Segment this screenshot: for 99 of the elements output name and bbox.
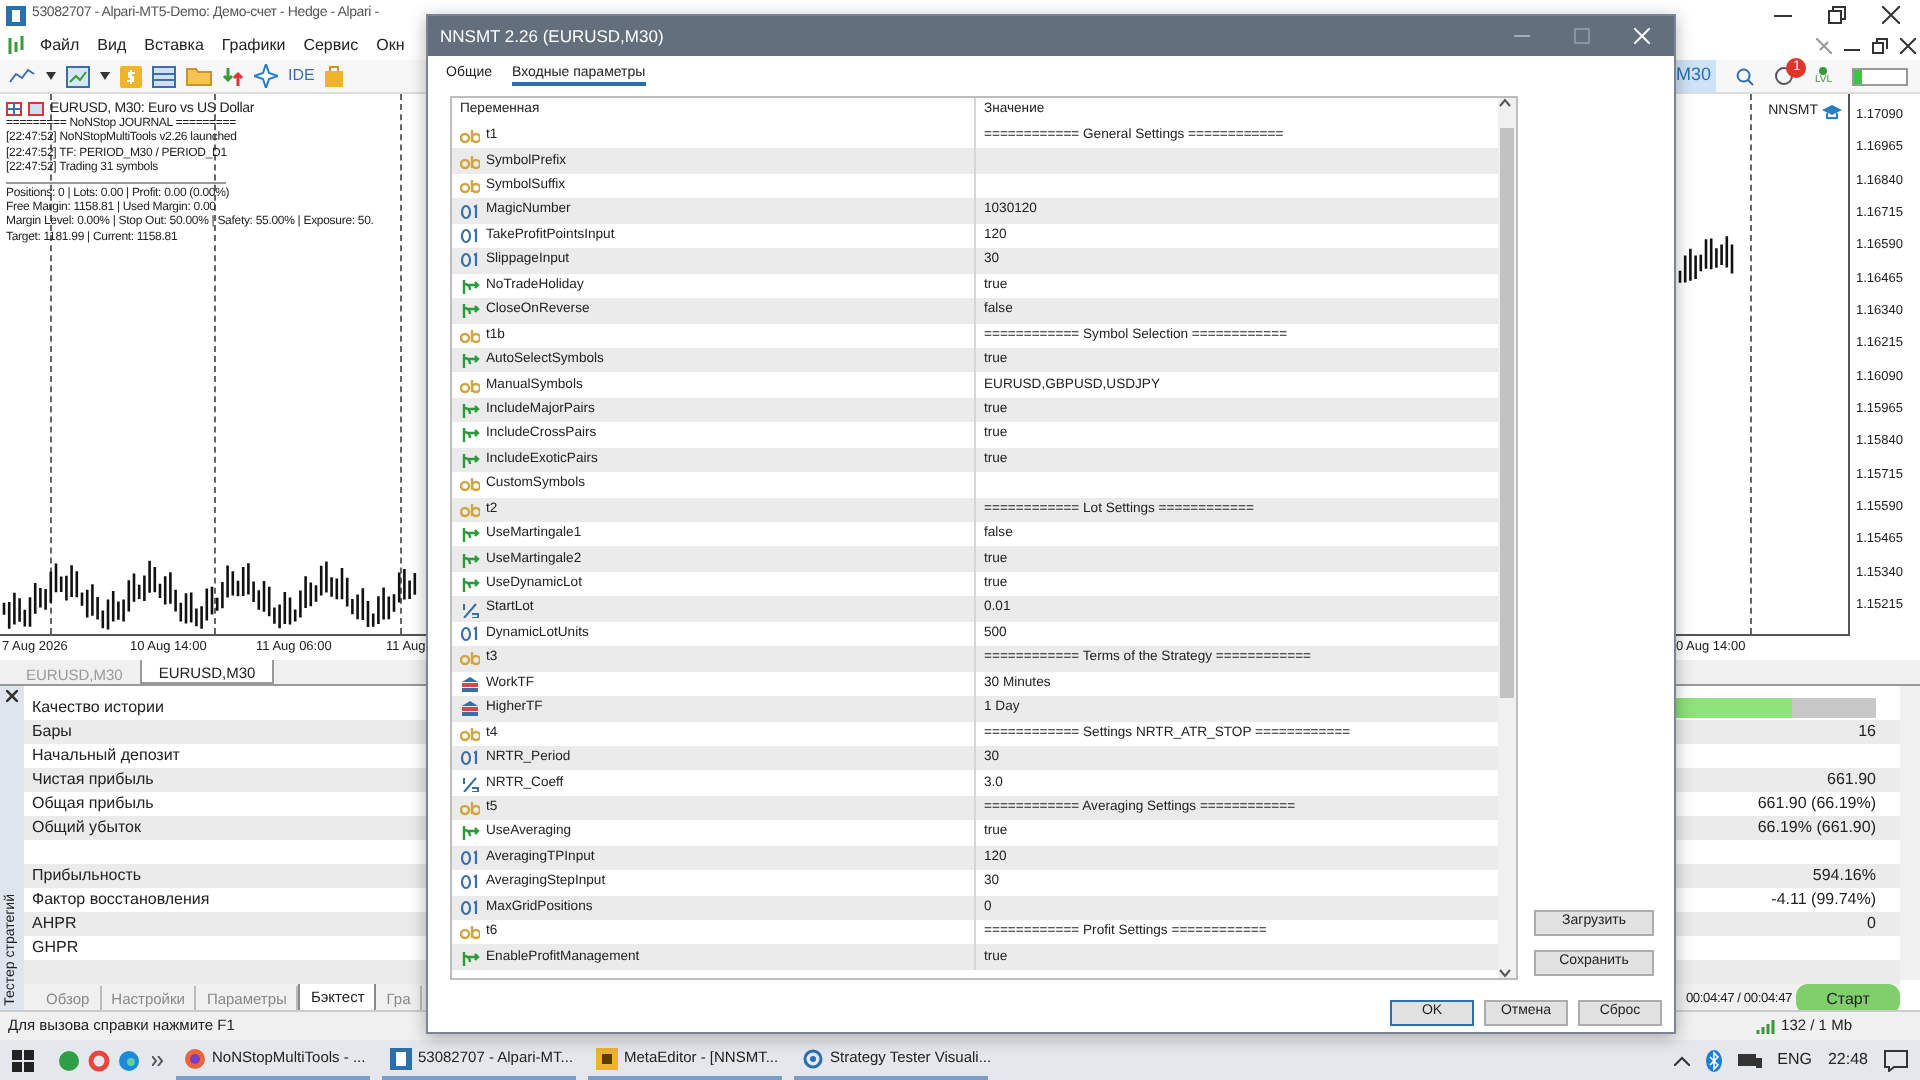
close-icon[interactable] [1882, 6, 1900, 24]
branch-arrow-icon [460, 451, 480, 468]
line-chart-icon[interactable] [8, 66, 36, 86]
fraction-icon [460, 775, 480, 792]
chevron-up-icon[interactable] [1673, 1055, 1690, 1065]
detach-icon[interactable] [1816, 37, 1832, 53]
string-type-icon [460, 501, 480, 518]
branch-arrow-icon [460, 277, 480, 294]
branch-arrow-icon [460, 824, 480, 841]
list-type-icon [460, 700, 480, 717]
network-icon[interactable] [1737, 1051, 1762, 1069]
integer-type-icon [460, 874, 480, 891]
metric-value: 0 [1867, 912, 1876, 936]
integer-type-icon [460, 252, 480, 269]
app-logo-icon [6, 5, 26, 25]
integer-type-icon [460, 203, 480, 220]
window-list-icon[interactable] [152, 65, 176, 87]
branch-arrow-icon [460, 949, 480, 966]
caret-icon[interactable] [100, 72, 110, 80]
metric-label: Качество истории [32, 696, 164, 720]
clock[interactable]: 22:48 [1827, 1048, 1868, 1072]
folder-icon[interactable] [186, 66, 212, 86]
metric-value: 66.19% (661.90) [1757, 816, 1876, 840]
branch-arrow-icon [460, 526, 480, 543]
sparkle-icon[interactable] [254, 64, 278, 88]
metric-label: Бары [32, 720, 72, 744]
signal-bars-icon [1755, 1018, 1776, 1034]
string-type-icon [460, 153, 480, 170]
string-type-icon [460, 650, 480, 667]
ring-icon[interactable] [88, 1049, 110, 1071]
scrollbar[interactable] [1900, 686, 1920, 980]
branch-arrow-icon [460, 352, 480, 369]
branch-arrow-icon [460, 576, 480, 593]
metric-value: 661.90 [1827, 768, 1876, 792]
caret-icon[interactable] [46, 72, 56, 80]
grid-icon [6, 102, 22, 117]
metric-label: Прибыльность [32, 864, 142, 888]
string-type-icon [460, 128, 480, 145]
restore-icon[interactable] [1872, 37, 1888, 53]
integer-type-icon [460, 227, 480, 244]
menu-item[interactable]: Графики [221, 33, 304, 57]
branch-arrow-icon [460, 426, 480, 443]
metric-label: GHPR [32, 936, 79, 960]
chart-window-icon[interactable] [66, 65, 90, 87]
chevron-icon[interactable] [152, 1055, 164, 1065]
fraction-icon [460, 601, 480, 618]
chart-icon [8, 35, 26, 55]
metric-value: -4.11 (99.74%) [1771, 888, 1876, 912]
menu-item[interactable]: Сервис [303, 33, 377, 57]
string-type-icon [460, 377, 480, 394]
editor-icon [596, 1047, 618, 1069]
app-logo-icon [390, 1047, 412, 1069]
branch-arrow-icon [460, 402, 480, 419]
restore-icon[interactable] [1828, 6, 1846, 24]
string-type-icon [460, 924, 480, 941]
circle-icon[interactable] [58, 1049, 80, 1071]
integer-type-icon [460, 625, 480, 642]
close-icon[interactable] [6, 690, 18, 702]
ide-button[interactable]: IDE [288, 64, 315, 88]
language-indicator[interactable]: ENG [1777, 1048, 1812, 1072]
pin-icon [1818, 66, 1829, 76]
metric-label: AHPR [32, 912, 77, 936]
metric-label: Фактор восстановления [32, 888, 210, 912]
string-type-icon [460, 800, 480, 817]
metric-label: Начальный депозит [32, 744, 180, 768]
string-type-icon [460, 476, 480, 493]
windows-start-icon[interactable] [12, 1049, 34, 1071]
scroll-down-icon[interactable] [1498, 968, 1512, 978]
string-type-icon [460, 327, 480, 344]
metric-label: Общий убыток [32, 816, 141, 840]
metric-value: 594.16% [1812, 864, 1876, 888]
metric-value: 16 [1858, 720, 1876, 744]
search-icon[interactable] [1736, 67, 1755, 85]
dialog-title: NNSMT 2.26 (EURUSD,M30) [440, 23, 664, 49]
scroll-thumb[interactable] [1500, 128, 1514, 698]
graduation-cap-icon [1822, 104, 1842, 121]
notification-icon[interactable] [1884, 1049, 1908, 1071]
metric-label: Чистая прибыль [32, 768, 154, 792]
menu-item[interactable]: Вид [97, 33, 145, 57]
market-arrows-icon[interactable] [222, 65, 244, 87]
integer-type-icon [460, 849, 480, 866]
integer-type-icon [460, 750, 480, 767]
branch-arrow-icon [460, 302, 480, 319]
scrollbar[interactable] [1498, 98, 1516, 978]
menu-item[interactable]: Файл [40, 33, 98, 57]
branch-arrow-icon [460, 551, 480, 568]
string-type-icon [460, 725, 480, 742]
close-icon[interactable] [1900, 37, 1916, 53]
menu-item[interactable]: Окн [376, 33, 423, 57]
metric-value: 661.90 (66.19%) [1757, 792, 1876, 816]
string-type-icon [460, 178, 480, 195]
bag-icon[interactable] [324, 65, 345, 87]
scroll-up-icon[interactable] [1498, 98, 1512, 108]
menu-item[interactable]: Вставка [144, 33, 222, 57]
bluetooth-icon[interactable] [1705, 1049, 1722, 1071]
list-type-icon [460, 675, 480, 692]
integer-type-icon [460, 899, 480, 916]
browser-icon [184, 1047, 206, 1069]
metric-label: Общая прибыль [32, 792, 154, 816]
